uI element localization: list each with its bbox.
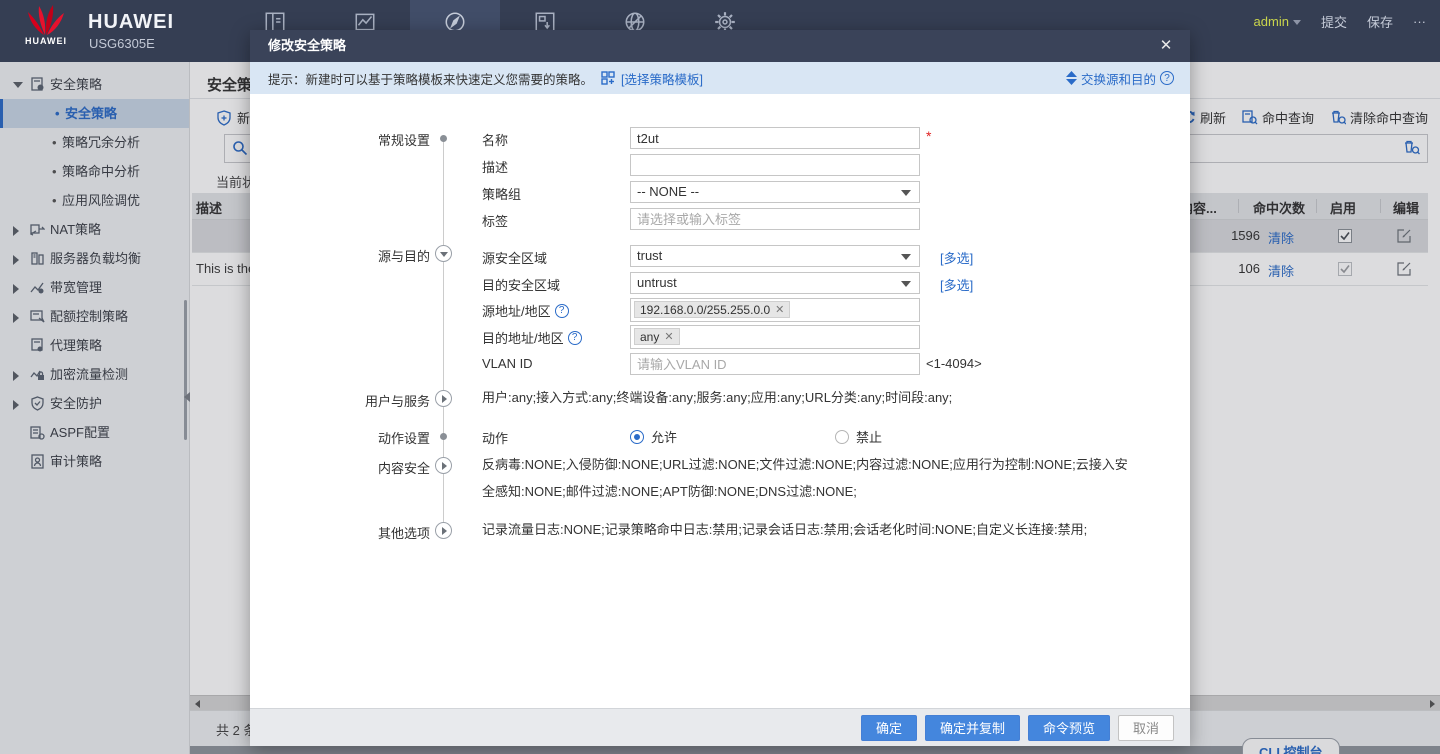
dst-zone-select[interactable]: untrust [630, 272, 920, 294]
more-menu-button[interactable]: ··· [1413, 14, 1426, 29]
remove-chip-icon[interactable]: ✕ [664, 330, 673, 343]
huawei-logo: HUAWEI [14, 4, 78, 60]
radio-icon [835, 430, 849, 444]
username: admin [1254, 14, 1289, 29]
dialog-body: 常规设置 名称 * 描述 策略组 -- NONE -- 标签 源与目的 源安全区… [250, 94, 1190, 708]
chevron-down-icon [901, 254, 911, 260]
section-content-security: 内容安全 [270, 458, 430, 477]
vlan-label: VLAN ID [482, 356, 533, 371]
other-options-summary: 记录流量日志:NONE;记录策略命中日志:禁用;记录会话日志:禁用;会话老化时间… [482, 516, 1132, 543]
action-allow-label: 允许 [651, 427, 677, 446]
save-button[interactable]: 保存 [1367, 12, 1393, 31]
action-deny-label: 禁止 [856, 427, 882, 446]
select-template-link[interactable]: [选择策略模板] [621, 69, 703, 88]
vlan-range-hint: <1-4094> [926, 356, 982, 371]
user-service-summary: 用户:any;接入方式:any;终端设备:any;服务:any;应用:any;U… [482, 384, 1132, 411]
dst-addr-label: 目的地址/地区 ? [482, 328, 582, 347]
section-action: 动作设置 [270, 428, 430, 447]
user-menu[interactable]: admin [1254, 14, 1301, 29]
radio-icon [630, 430, 644, 444]
dialog-hint-bar: 提示：新建时可以基于策略模板来快速定义您需要的策略。 [选择策略模板] 交换源和… [250, 62, 1190, 94]
submit-button[interactable]: 提交 [1321, 12, 1347, 31]
name-label: 名称 [482, 130, 508, 149]
section-general: 常规设置 [270, 130, 430, 149]
help-icon[interactable]: ? [568, 331, 582, 345]
policy-group-select[interactable]: -- NONE -- [630, 181, 920, 203]
swap-icon [1066, 71, 1077, 85]
action-label: 动作 [482, 428, 508, 447]
dialog-footer: 确定 确定并复制 命令预览 取消 [250, 708, 1190, 746]
section-dot-icon [440, 433, 447, 440]
device-model: USG6305E [89, 36, 155, 51]
help-icon[interactable]: ? [1160, 71, 1174, 85]
src-addr-label: 源地址/地区 ? [482, 301, 569, 320]
action-allow-radio[interactable]: 允许 [630, 427, 677, 446]
ok-and-copy-button[interactable]: 确定并复制 [925, 715, 1020, 741]
chevron-right-icon [442, 395, 447, 403]
required-marker: * [926, 128, 931, 144]
logo-caption: HUAWEI [14, 36, 78, 46]
ok-button[interactable]: 确定 [861, 715, 917, 741]
description-label: 描述 [482, 157, 508, 176]
description-input[interactable] [630, 154, 920, 176]
command-preview-button[interactable]: 命令预览 [1028, 715, 1110, 741]
tag-input[interactable] [630, 208, 920, 230]
src-zone-value: trust [637, 248, 662, 263]
chevron-down-icon [901, 190, 911, 196]
collapse-toggle-collapsed[interactable] [435, 457, 452, 474]
chevron-right-icon [442, 527, 447, 535]
src-addr-label-text: 源地址/地区 [482, 301, 551, 320]
template-grid-icon [601, 71, 615, 85]
chevron-down-icon [1293, 20, 1301, 25]
address-chip: any ✕ [634, 328, 680, 345]
section-other-options: 其他选项 [270, 523, 430, 542]
section-source-dest: 源与目的 [270, 246, 430, 265]
chip-label: 192.168.0.0/255.255.0.0 [640, 303, 770, 317]
dst-addr-tag-input[interactable]: any ✕ [630, 325, 920, 349]
src-zone-multiselect-link[interactable]: [多选] [940, 248, 973, 267]
address-chip: 192.168.0.0/255.255.0.0 ✕ [634, 301, 790, 318]
policy-group-label: 策略组 [482, 184, 521, 203]
collapse-toggle-collapsed[interactable] [435, 522, 452, 539]
section-user-service: 用户与服务 [270, 391, 430, 410]
help-icon[interactable]: ? [555, 304, 569, 318]
src-addr-tag-input[interactable]: 192.168.0.0/255.255.0.0 ✕ [630, 298, 920, 322]
brand-name: HUAWEI [88, 11, 174, 34]
huawei-flower-icon [24, 4, 68, 36]
action-deny-radio[interactable]: 禁止 [835, 427, 882, 446]
hint-text: 提示：新建时可以基于策略模板来快速定义您需要的策略。 [268, 69, 593, 88]
dst-zone-value: untrust [637, 275, 677, 290]
remove-chip-icon[interactable]: ✕ [775, 303, 784, 316]
collapse-toggle-expanded[interactable] [435, 245, 452, 262]
dialog-title: 修改安全策略 [268, 38, 346, 53]
name-input[interactable] [630, 127, 920, 149]
dialog-titlebar: 修改安全策略 ✕ [250, 30, 1190, 62]
content-security-summary: 反病毒:NONE;入侵防御:NONE;URL过滤:NONE;文件过滤:NONE;… [482, 451, 1132, 505]
swap-source-dest-link[interactable]: 交换源和目的 [1081, 69, 1156, 88]
tag-label: 标签 [482, 211, 508, 230]
chevron-right-icon [442, 462, 447, 470]
collapse-toggle-collapsed[interactable] [435, 390, 452, 407]
chip-label: any [640, 330, 659, 344]
vlan-input[interactable] [630, 353, 920, 375]
policy-group-value: -- NONE -- [637, 184, 699, 199]
section-dot-icon [440, 135, 447, 142]
dst-zone-label: 目的安全区域 [482, 275, 560, 294]
dst-addr-label-text: 目的地址/地区 [482, 328, 564, 347]
dst-zone-multiselect-link[interactable]: [多选] [940, 275, 973, 294]
chevron-down-icon [440, 252, 448, 257]
src-zone-label: 源安全区域 [482, 248, 547, 267]
src-zone-select[interactable]: trust [630, 245, 920, 267]
close-icon[interactable]: ✕ [1156, 30, 1176, 62]
modify-security-policy-dialog: 修改安全策略 ✕ 提示：新建时可以基于策略模板来快速定义您需要的策略。 [选择策… [250, 30, 1190, 746]
chevron-down-icon [901, 281, 911, 287]
cancel-button[interactable]: 取消 [1118, 715, 1174, 741]
